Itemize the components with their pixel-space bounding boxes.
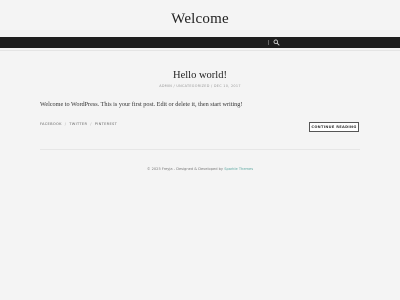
post-excerpt: Welcome to WordPress. This is your first… — [40, 101, 243, 108]
site-header: Welcome — [0, 0, 400, 37]
footer-copyright: © 2025 Freyja - Designed & Developed by — [146, 167, 224, 171]
share-pinterest-link[interactable]: PINTEREST — [95, 122, 117, 126]
share-twitter-link[interactable]: TWITTER — [69, 122, 87, 126]
share-links: FACEBOOK / TWITTER / PINTEREST — [40, 122, 117, 126]
main-navbar — [0, 37, 400, 48]
site-title[interactable]: Welcome — [0, 11, 400, 28]
share-facebook-link[interactable]: FACEBOOK — [40, 122, 62, 126]
content-divider — [40, 149, 360, 150]
header-divider — [0, 50, 400, 51]
meta-separator: / — [173, 84, 175, 88]
continue-reading-button[interactable]: CONTINUE READING — [309, 122, 359, 132]
post-meta: ADMIN / UNCATEGORIZED / DEC 10, 2017 — [0, 84, 400, 88]
share-separator: / — [64, 122, 67, 126]
post-title[interactable]: Hello world! — [0, 70, 400, 81]
footer-theme-link[interactable]: Sparkle Themes — [224, 167, 253, 171]
post-category-link[interactable]: UNCATEGORIZED — [176, 84, 209, 88]
site-footer: © 2025 Freyja - Designed & Developed by … — [0, 167, 400, 171]
share-separator: / — [90, 122, 92, 126]
post-author-link[interactable]: ADMIN — [159, 84, 172, 88]
meta-separator: / — [211, 84, 213, 88]
navbar-divider — [268, 40, 269, 45]
search-icon[interactable] — [273, 39, 280, 46]
post-date-link[interactable]: DEC 10, 2017 — [214, 84, 241, 88]
